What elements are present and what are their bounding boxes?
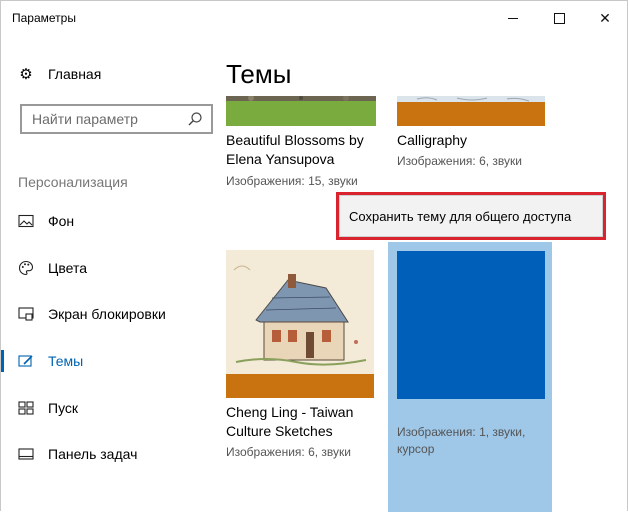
theme-tile-cheng-ling[interactable]: Cheng Ling - Taiwan Culture Sketches Изо… bbox=[226, 250, 376, 462]
theme-meta: Изображения: 15, звуки bbox=[226, 174, 358, 188]
sidebar-item-lock-screen[interactable]: Экран блокировки bbox=[1, 303, 211, 325]
theme-thumbnail bbox=[397, 251, 545, 399]
close-button[interactable]: ✕ bbox=[582, 1, 628, 35]
title-bar[interactable]: Параметры ✕ bbox=[1, 1, 627, 35]
theme-name: Cheng Ling - Taiwan Culture Sketches bbox=[226, 404, 354, 439]
search-box[interactable]: Найти параметр bbox=[20, 104, 213, 134]
section-label-personalization: Персонализация bbox=[18, 174, 128, 190]
theme-tile-beautiful-blossoms[interactable]: Beautiful Blossoms by Elena Yansupova Из… bbox=[226, 95, 376, 191]
themes-icon bbox=[18, 353, 34, 369]
gear-icon: ⚙ bbox=[19, 66, 33, 83]
page-title: Темы bbox=[226, 59, 292, 89]
maximize-button[interactable] bbox=[536, 1, 582, 35]
picture-icon bbox=[18, 213, 34, 229]
taskbar-icon bbox=[18, 446, 34, 462]
theme-name: Calligraphy bbox=[397, 132, 468, 148]
close-icon: ✕ bbox=[599, 9, 611, 26]
theme-name: Beautiful Blossoms by Elena Yansupova bbox=[226, 132, 364, 167]
theme-meta: Изображения: 6, звуки bbox=[226, 445, 351, 459]
search-icon[interactable] bbox=[187, 111, 203, 127]
home-link[interactable]: ⚙ Главная bbox=[18, 64, 101, 84]
sidebar-item-taskbar[interactable]: Панель задач bbox=[1, 443, 211, 465]
search-input[interactable]: Найти параметр bbox=[32, 111, 187, 127]
theme-thumbnail bbox=[226, 250, 374, 398]
theme-meta: Изображения: 6, звуки bbox=[397, 154, 522, 168]
theme-thumbnail bbox=[397, 96, 545, 126]
lock-screen-icon bbox=[18, 306, 34, 322]
sidebar-item-themes[interactable]: Темы bbox=[1, 350, 211, 372]
maximize-icon bbox=[553, 12, 565, 24]
theme-thumbnail bbox=[226, 95, 376, 126]
theme-meta: Изображения: 1, звуки, курсор bbox=[397, 425, 526, 456]
settings-window: Параметры ✕ ⚙ Главная Найти параметр Пер… bbox=[0, 0, 628, 512]
context-menu: Сохранить тему для общего доступа bbox=[336, 192, 606, 240]
theme-tile-selected[interactable]: Изображения: 1, звуки, курсор bbox=[388, 242, 552, 512]
sidebar-item-background[interactable]: Фон bbox=[1, 210, 211, 232]
home-label: Главная bbox=[48, 66, 102, 82]
palette-icon bbox=[18, 260, 34, 276]
window-title: Параметры bbox=[12, 11, 76, 25]
save-theme-for-sharing-menu-item[interactable]: Сохранить тему для общего доступа bbox=[339, 195, 603, 237]
sidebar-item-colors[interactable]: Цвета bbox=[1, 257, 211, 279]
minimize-button[interactable] bbox=[490, 1, 536, 35]
start-icon bbox=[18, 400, 34, 416]
sidebar-item-start[interactable]: Пуск bbox=[1, 397, 211, 419]
theme-tile-calligraphy[interactable]: Calligraphy Изображения: 6, звуки bbox=[397, 96, 547, 171]
minimize-icon bbox=[508, 17, 518, 19]
